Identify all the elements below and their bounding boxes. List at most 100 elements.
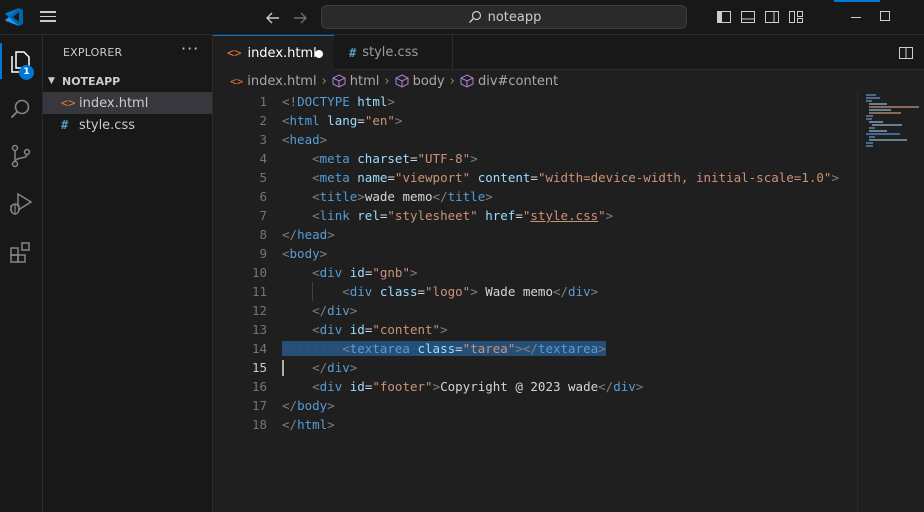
tab-index-html[interactable]: <> index.html (213, 35, 334, 70)
line-number: 10 (251, 265, 267, 280)
line-number: 14 (251, 341, 267, 356)
explorer-activity[interactable]: 1 (0, 39, 43, 83)
run-debug-icon (10, 192, 33, 215)
breadcrumb-item[interactable]: html (350, 74, 380, 89)
chevron-right-icon: › (384, 73, 390, 89)
element-icon (332, 74, 346, 88)
activity-bar: 1 (0, 35, 43, 512)
line-number: 17 (251, 398, 267, 413)
code-line-18[interactable]: </html> (282, 415, 839, 434)
vscode-logo-icon (5, 8, 23, 26)
tab-label: style.css (362, 45, 419, 60)
forward-arrow-icon[interactable] (290, 8, 310, 28)
toggle-secondary-sidebar-icon[interactable] (764, 9, 780, 25)
code-line-12[interactable]: </div> (282, 301, 839, 320)
unsaved-dot-icon[interactable] (315, 50, 323, 58)
line-number: 1 (259, 94, 267, 109)
line-number: 9 (259, 246, 267, 261)
line-number-gutter: 1 2 3 4 5 6 7 8 9 10 11 12 13 14 15 16 17 18 (213, 92, 273, 434)
code-line-15[interactable]: </div> (282, 358, 839, 377)
breadcrumb-item[interactable]: div#content (478, 74, 558, 89)
search-icon (10, 99, 30, 119)
run-debug-activity[interactable] (0, 181, 43, 225)
breadcrumb-item[interactable]: index.html (247, 74, 316, 89)
split-editor-icon[interactable] (898, 45, 914, 61)
element-icon (395, 74, 409, 88)
extensions-activity[interactable] (0, 229, 43, 273)
maximize-button[interactable] (880, 11, 890, 21)
html-file-icon: <> (230, 74, 244, 88)
editor-tabs: <> index.html # style.css (213, 35, 924, 70)
customize-layout-icon[interactable] (788, 9, 804, 25)
toggle-panel-icon[interactable] (740, 9, 756, 25)
title-bar: noteapp (0, 0, 924, 35)
layout-controls (716, 9, 804, 25)
command-center-search[interactable]: noteapp (321, 5, 687, 29)
code-line-1[interactable]: <!DOCTYPE html> (282, 92, 839, 111)
css-file-icon: # (349, 45, 357, 60)
more-actions-icon[interactable]: ··· (181, 39, 199, 58)
element-icon (460, 74, 474, 88)
code-line-5[interactable]: <meta name="viewport" content="width=dev… (282, 168, 839, 187)
html-file-icon: <> (227, 46, 242, 60)
folder-noteapp[interactable]: ▼ NOTEAPP (43, 71, 212, 91)
minimap[interactable] (857, 92, 924, 512)
code-line-2[interactable]: <html lang="en"> (282, 111, 839, 130)
code-line-9[interactable]: <body> (282, 244, 839, 263)
line-number: 16 (251, 379, 267, 394)
line-number: 13 (251, 322, 267, 337)
code-line-7[interactable]: <link rel="stylesheet" href="style.css"> (282, 206, 839, 225)
code-lines[interactable]: <!DOCTYPE html> <html lang="en"> <head> … (282, 92, 839, 434)
toggle-primary-sidebar-icon[interactable] (716, 9, 732, 25)
line-number: 11 (251, 284, 267, 299)
file-style-css[interactable]: # style.css (43, 114, 212, 136)
code-line-17[interactable]: </body> (282, 396, 839, 415)
tab-style-css[interactable]: # style.css (335, 35, 453, 70)
code-line-10[interactable]: <div id="gnb"> (282, 263, 839, 282)
line-number: 6 (259, 189, 267, 204)
line-number: 12 (251, 303, 267, 318)
code-line-14[interactable]: ········<textarea·class="tarea"></textar… (282, 339, 839, 358)
breadcrumb-item[interactable]: body (413, 74, 445, 89)
sidebar-title: EXPLORER (63, 46, 123, 59)
code-line-13[interactable]: <div id="content"> (282, 320, 839, 339)
chevron-down-icon: ▼ (48, 76, 55, 86)
extensions-icon (10, 242, 30, 263)
chevron-right-icon: › (321, 73, 327, 89)
file-label: style.css (79, 117, 135, 133)
line-number: 15 (251, 360, 267, 375)
command-center-label: noteapp (487, 9, 542, 25)
line-number: 18 (251, 417, 267, 432)
source-control-activity[interactable] (0, 133, 43, 177)
line-number: 4 (259, 151, 267, 166)
file-index-html[interactable]: <> index.html (43, 92, 212, 114)
breadcrumb: <> index.html › html › body › div#conten… (230, 70, 558, 92)
line-number: 3 (259, 132, 267, 147)
back-arrow-icon[interactable] (263, 8, 283, 28)
minimize-button[interactable] (834, 0, 880, 35)
code-line-8[interactable]: </head> (282, 225, 839, 244)
chevron-right-icon: › (449, 73, 455, 89)
line-number: 8 (259, 227, 267, 242)
explorer-badge: 1 (19, 65, 34, 80)
code-line-4[interactable]: <meta charset="UTF-8"> (282, 149, 839, 168)
code-line-6[interactable]: <title>wade memo</title> (282, 187, 839, 206)
folder-label: NOTEAPP (62, 74, 121, 88)
code-editor[interactable]: 1 2 3 4 5 6 7 8 9 10 11 12 13 14 15 16 17 18 <!DOCTYPE ht… (213, 92, 857, 512)
code-line-3[interactable]: <head> (282, 130, 839, 149)
code-line-16[interactable]: <div id="footer">Copyright @ 2023 wade</… (282, 377, 839, 396)
search-icon (468, 10, 481, 23)
code-line-11[interactable]: <div class="logo"> Wade memo</div> (282, 282, 839, 301)
line-number: 2 (259, 113, 267, 128)
explorer-sidebar: EXPLORER ··· ▼ NOTEAPP <> index.html # s… (43, 35, 213, 512)
line-number: 5 (259, 170, 267, 185)
html-file-icon: <> (61, 96, 76, 110)
file-label: index.html (79, 95, 149, 111)
line-number: 7 (259, 208, 267, 223)
source-control-icon (11, 144, 31, 168)
menu-icon[interactable] (36, 8, 60, 28)
text-cursor (282, 360, 284, 376)
css-file-icon: # (61, 118, 69, 132)
search-activity[interactable] (0, 87, 43, 131)
tab-label: index.html (247, 45, 317, 61)
